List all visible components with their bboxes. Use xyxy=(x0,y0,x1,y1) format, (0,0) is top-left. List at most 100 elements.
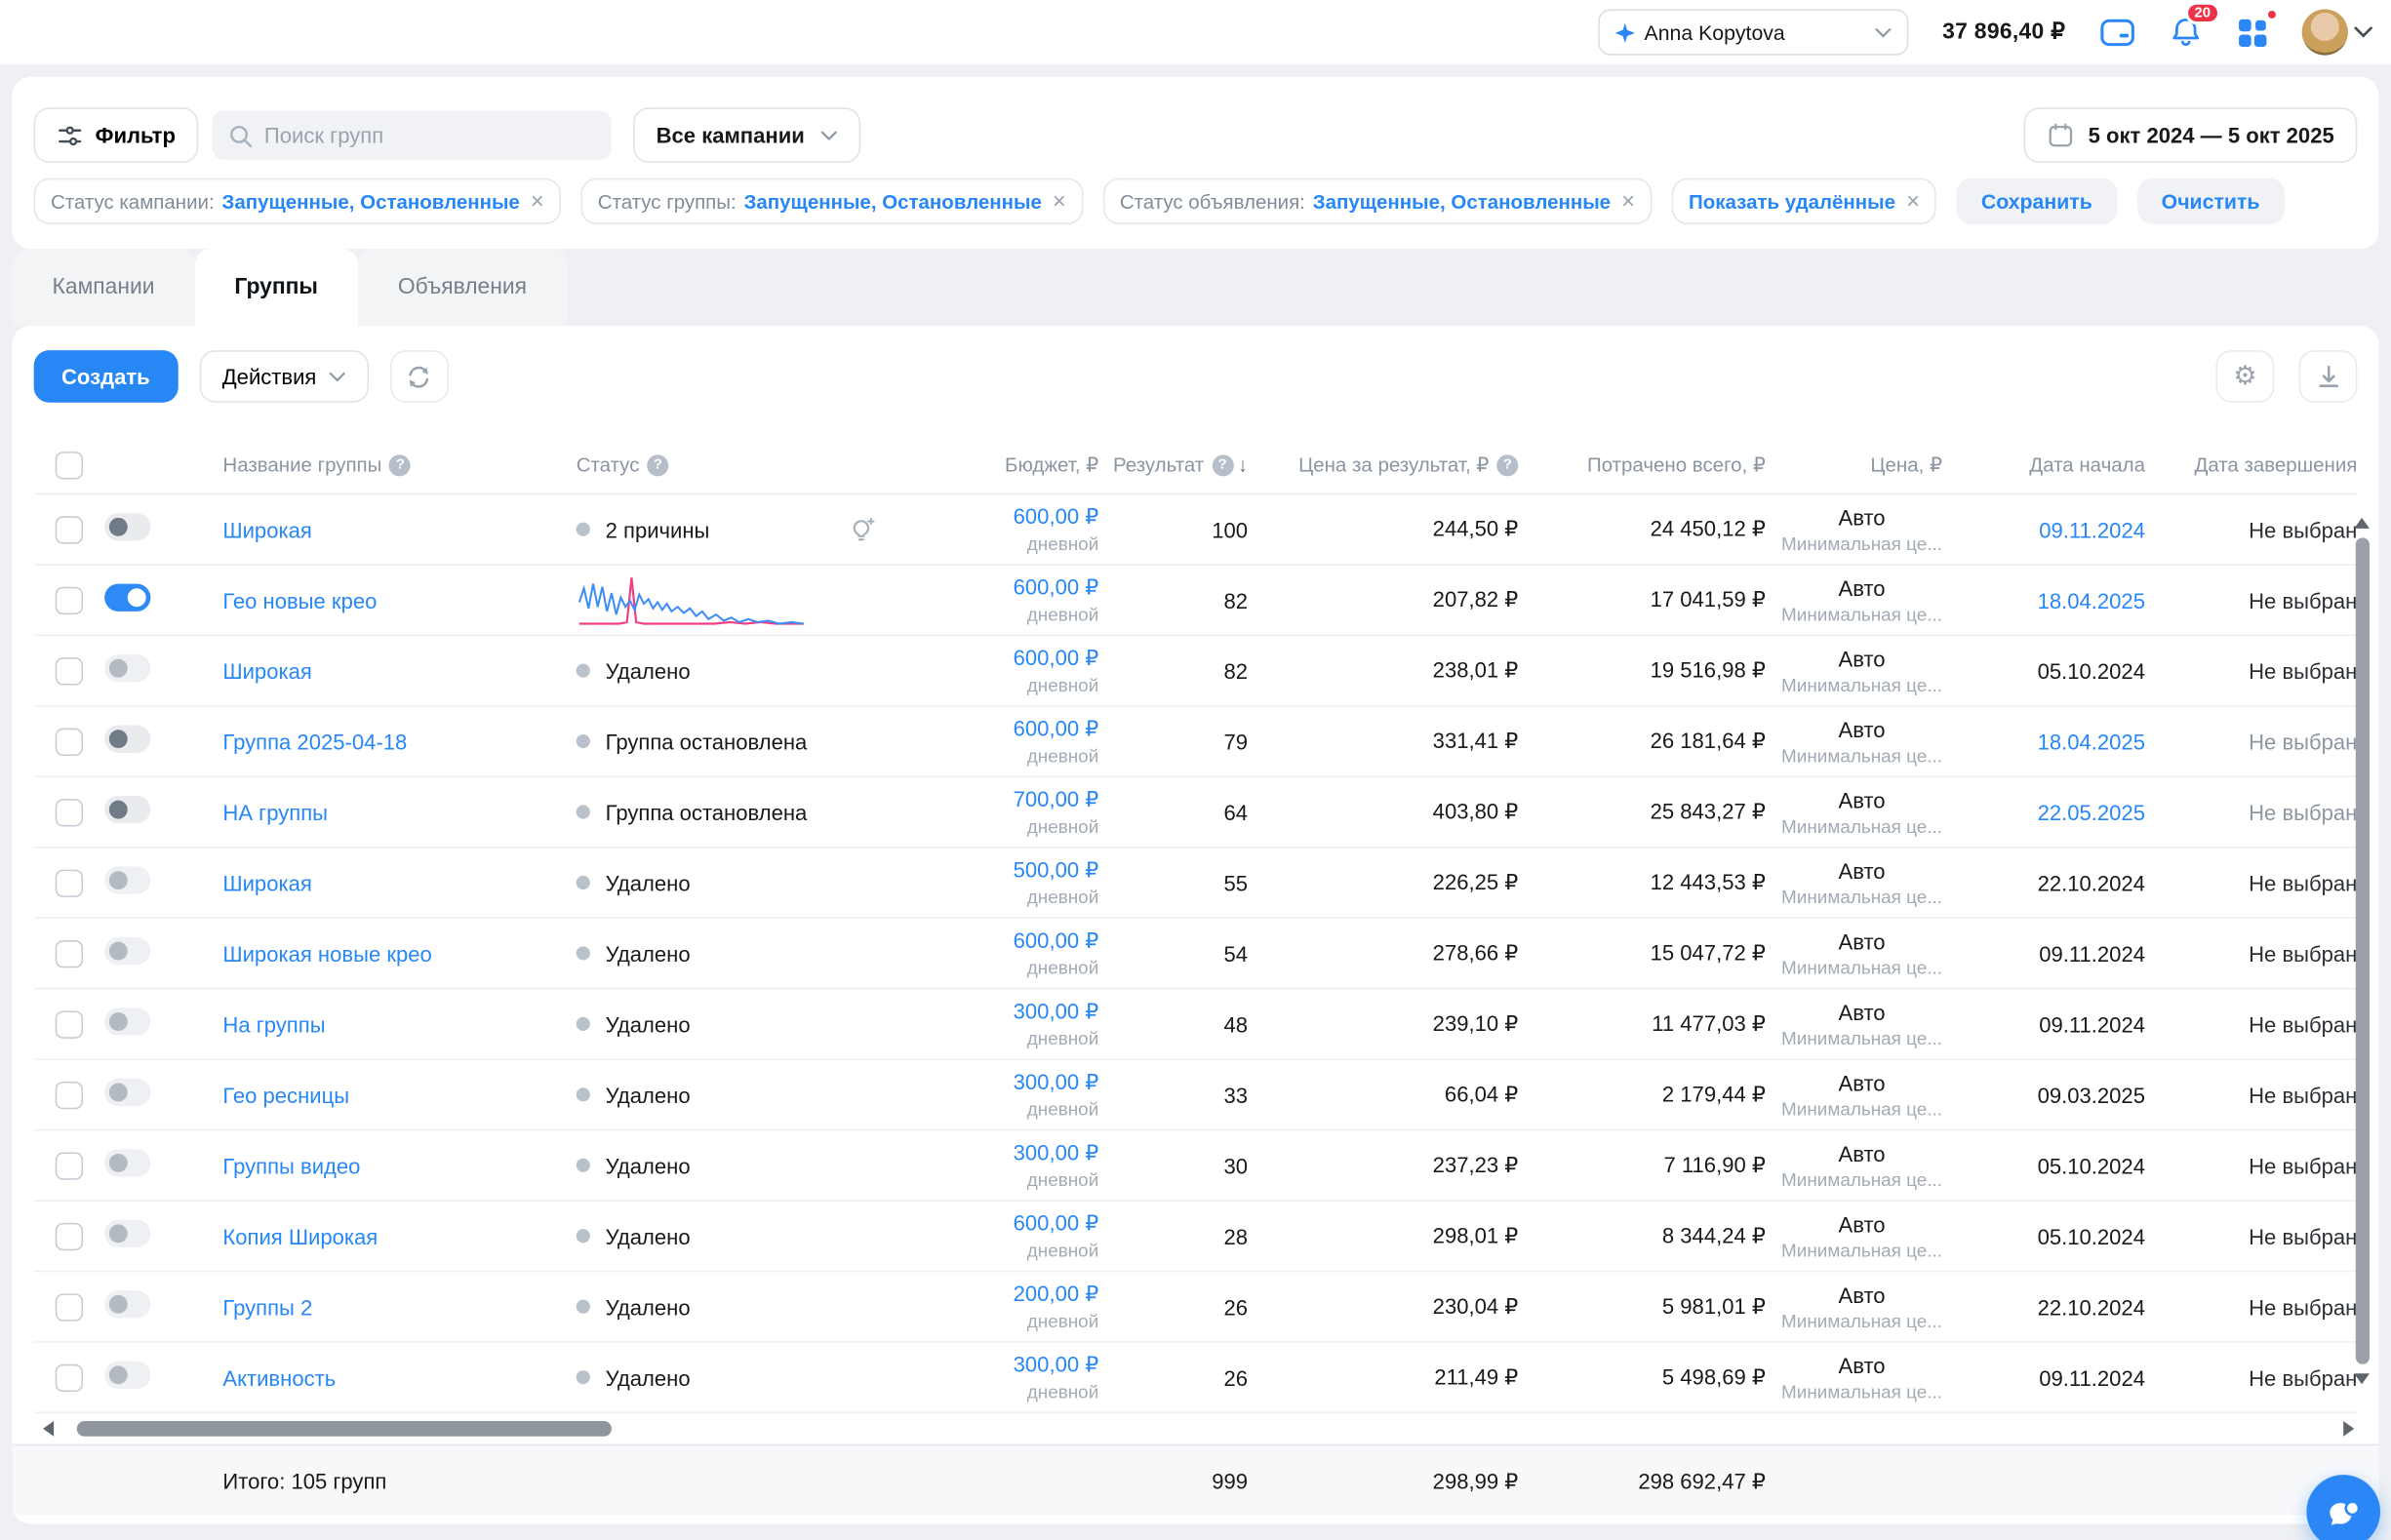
support-chat-button[interactable] xyxy=(2306,1475,2380,1540)
budget-value[interactable]: 600,00 ₽ xyxy=(898,574,1098,601)
budget-value[interactable]: 500,00 ₽ xyxy=(898,857,1098,884)
budget-value[interactable]: 700,00 ₽ xyxy=(898,787,1098,813)
row-toggle[interactable] xyxy=(104,1220,150,1247)
column-group-name[interactable]: Название группы? xyxy=(200,454,577,477)
help-icon[interactable]: ? xyxy=(647,454,668,475)
group-name-link[interactable]: Группы 2 xyxy=(200,1294,313,1319)
group-name-link[interactable]: Широкая xyxy=(200,870,312,894)
horizontal-scrollbar-thumb[interactable] xyxy=(77,1421,612,1437)
column-status[interactable]: Статус? xyxy=(577,454,899,477)
column-budget[interactable]: Бюджет, ₽ xyxy=(898,453,1098,477)
row-checkbox[interactable] xyxy=(56,1081,83,1108)
column-end-date[interactable]: Дата завершения xyxy=(2145,454,2357,477)
recommendation-bulb-icon[interactable] xyxy=(849,515,878,542)
actions-dropdown[interactable]: Действия xyxy=(199,350,369,403)
search-input[interactable] xyxy=(264,123,572,147)
select-all-checkbox[interactable] xyxy=(56,451,83,478)
notifications-bell-icon[interactable]: 20 xyxy=(2165,13,2205,53)
export-button[interactable] xyxy=(2298,350,2357,403)
budget-value[interactable]: 600,00 ₽ xyxy=(898,1210,1098,1237)
group-name-link[interactable]: Широкая новые крео xyxy=(200,941,432,966)
budget-value[interactable]: 600,00 ₽ xyxy=(898,928,1098,954)
filter-button[interactable]: Фильтр xyxy=(34,107,199,163)
tab-groups[interactable]: Группы xyxy=(194,249,357,326)
row-checkbox[interactable] xyxy=(56,939,83,967)
budget-value[interactable]: 600,00 ₽ xyxy=(898,646,1098,672)
budget-value[interactable]: 200,00 ₽ xyxy=(898,1282,1098,1308)
column-spent-total[interactable]: Потрачено всего, ₽ xyxy=(1518,453,1766,477)
row-toggle[interactable] xyxy=(104,1362,150,1389)
row-checkbox[interactable] xyxy=(56,1222,83,1249)
date-range-picker[interactable]: 5 окт 2024 — 5 окт 2025 xyxy=(2023,107,2357,163)
row-checkbox[interactable] xyxy=(56,586,83,613)
budget-value[interactable]: 300,00 ₽ xyxy=(898,999,1098,1025)
budget-value[interactable]: 300,00 ₽ xyxy=(898,1352,1098,1378)
clear-filters-button[interactable]: Очистить xyxy=(2136,178,2284,224)
row-checkbox[interactable] xyxy=(56,1152,83,1179)
budget-value[interactable]: 300,00 ₽ xyxy=(898,1140,1098,1166)
group-name-link[interactable]: Широкая xyxy=(200,658,312,683)
row-toggle[interactable] xyxy=(104,1149,150,1176)
scroll-right-arrow[interactable] xyxy=(2343,1421,2354,1437)
close-icon[interactable]: × xyxy=(1053,190,1066,214)
row-toggle[interactable] xyxy=(104,513,150,540)
scroll-up-arrow[interactable] xyxy=(2354,518,2370,529)
column-start-date[interactable]: Дата начала xyxy=(1942,454,2145,477)
avatar[interactable] xyxy=(2302,9,2348,55)
row-toggle[interactable] xyxy=(104,584,150,612)
row-checkbox[interactable] xyxy=(56,515,83,542)
budget-value[interactable]: 600,00 ₽ xyxy=(898,716,1098,742)
settings-button[interactable]: ⚙ xyxy=(2215,350,2274,403)
group-name-link[interactable]: Широкая xyxy=(200,517,312,541)
campaign-select[interactable]: Все кампании xyxy=(633,107,860,163)
tab-ads[interactable]: Объявления xyxy=(358,249,567,326)
row-toggle[interactable] xyxy=(104,937,150,965)
create-button[interactable]: Создать xyxy=(34,350,178,403)
close-icon[interactable]: × xyxy=(1906,190,1920,214)
group-name-link[interactable]: Группы видео xyxy=(200,1153,361,1177)
row-toggle[interactable] xyxy=(104,796,150,823)
help-icon[interactable]: ? xyxy=(389,454,411,475)
row-checkbox[interactable] xyxy=(56,1293,83,1321)
group-name-link[interactable]: НА группы xyxy=(200,800,328,824)
vertical-scrollbar-thumb[interactable] xyxy=(2355,537,2369,1363)
account-select[interactable]: Anna Kopytova xyxy=(1598,9,1908,55)
group-name-link[interactable]: Группа 2025-04-18 xyxy=(200,729,407,753)
help-icon[interactable]: ? xyxy=(1212,454,1233,475)
group-name-link[interactable]: Активность xyxy=(200,1365,336,1390)
row-checkbox[interactable] xyxy=(56,869,83,896)
row-toggle[interactable] xyxy=(104,725,150,752)
row-checkbox[interactable] xyxy=(56,1010,83,1038)
wallet-icon[interactable] xyxy=(2097,13,2137,53)
column-cost-per-result[interactable]: Цена за результат, ₽? xyxy=(1248,453,1518,477)
group-name-link[interactable]: Гео ресницы xyxy=(200,1083,349,1107)
close-icon[interactable]: × xyxy=(1621,190,1635,214)
row-checkbox[interactable] xyxy=(56,798,83,825)
group-name-link[interactable]: На группы xyxy=(200,1011,326,1036)
sort-desc-icon[interactable]: ↓ xyxy=(1238,454,1248,477)
refresh-button[interactable] xyxy=(390,350,449,403)
apps-grid-icon[interactable] xyxy=(2233,13,2273,53)
row-toggle[interactable] xyxy=(104,1290,150,1318)
tab-campaigns[interactable]: Кампании xyxy=(13,249,195,326)
group-name-link[interactable]: Копия Широкая xyxy=(200,1224,378,1248)
profile-chevron-down-icon[interactable] xyxy=(2354,26,2372,39)
close-icon[interactable]: × xyxy=(531,190,544,214)
row-checkbox[interactable] xyxy=(56,1363,83,1391)
scroll-down-arrow[interactable] xyxy=(2354,1373,2370,1384)
help-icon[interactable]: ? xyxy=(1496,454,1518,475)
scroll-left-arrow[interactable] xyxy=(43,1421,54,1437)
row-toggle[interactable] xyxy=(104,1079,150,1106)
save-filters-button[interactable]: Сохранить xyxy=(1957,178,2117,224)
group-name-link[interactable]: Гео новые крео xyxy=(200,588,378,612)
row-checkbox[interactable] xyxy=(56,656,83,684)
row-checkbox[interactable] xyxy=(56,728,83,755)
column-price[interactable]: Цена, ₽ xyxy=(1766,453,1942,477)
row-toggle[interactable] xyxy=(104,654,150,682)
row-toggle[interactable] xyxy=(104,866,150,893)
column-result[interactable]: Результат?↓ xyxy=(1098,454,1248,477)
row-toggle[interactable] xyxy=(104,1007,150,1035)
price-strategy: Минимальная це... xyxy=(1781,533,1942,554)
budget-value[interactable]: 600,00 ₽ xyxy=(898,504,1098,531)
budget-value[interactable]: 300,00 ₽ xyxy=(898,1069,1098,1095)
